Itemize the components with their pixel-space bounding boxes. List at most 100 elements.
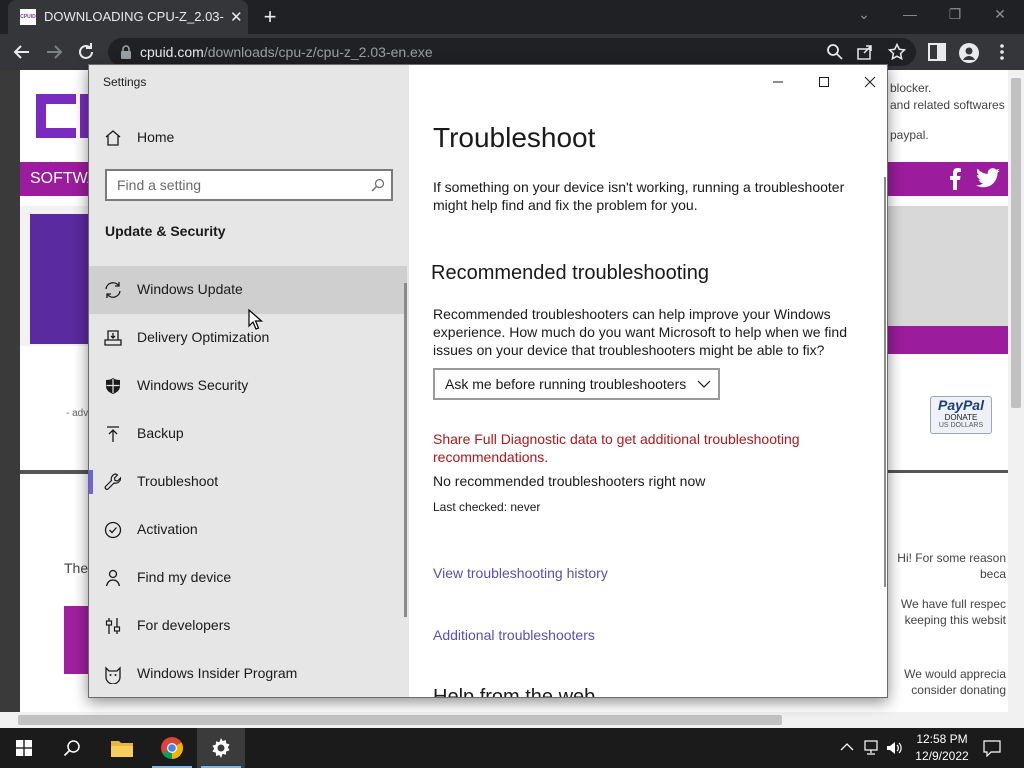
new-tab-button[interactable]: + bbox=[258, 4, 282, 30]
search-icon[interactable] bbox=[826, 43, 844, 61]
lock-icon bbox=[121, 45, 131, 59]
start-button[interactable] bbox=[0, 728, 48, 768]
chevron-down-icon bbox=[697, 380, 711, 388]
address-bar[interactable]: cpuid.com/downloads/cpu-z/cpu-z_2.03-en.… bbox=[108, 38, 916, 66]
no-recommended-text: No recommended troubleshooters right now bbox=[433, 473, 706, 489]
nav-find-my-device[interactable]: Find my device bbox=[89, 554, 407, 602]
nav-windows-insider-program-label: Windows Insider Program bbox=[137, 665, 298, 681]
nav-backup[interactable]: Backup bbox=[89, 410, 407, 458]
share-icon[interactable] bbox=[856, 43, 874, 61]
bookmark-star-icon[interactable] bbox=[888, 43, 906, 61]
file-explorer-button[interactable] bbox=[98, 728, 146, 768]
action-center-icon[interactable] bbox=[983, 740, 1001, 757]
last-checked-text: Last checked: never bbox=[433, 500, 541, 514]
browser-tab[interactable]: CPUID DOWNLOADING CPU-Z_2.03-EN ✕ bbox=[8, 0, 248, 34]
facebook-icon[interactable] bbox=[945, 168, 965, 190]
hero-image-right bbox=[888, 206, 1008, 326]
window-close-button[interactable] bbox=[855, 71, 885, 93]
search-magnifier-icon[interactable] bbox=[371, 178, 385, 192]
tab-search-button[interactable]: ⌄ bbox=[854, 6, 874, 23]
find-setting-search-box[interactable] bbox=[105, 169, 393, 201]
mouse-cursor-icon bbox=[248, 309, 263, 330]
settings-taskbar-button[interactable] bbox=[197, 728, 245, 768]
nav-for-developers-label: For developers bbox=[137, 617, 231, 633]
help-web-banner bbox=[433, 697, 849, 698]
find-setting-input[interactable] bbox=[117, 176, 357, 194]
folder-icon bbox=[111, 741, 133, 757]
chevron-up-icon[interactable] bbox=[840, 742, 854, 752]
url-domain: cpuid.com bbox=[140, 44, 204, 60]
troubleshoot-preference-dropdown[interactable]: Ask me before running troubleshooters bbox=[433, 368, 720, 400]
settings-window: Settings Home Update & Security Windows … bbox=[88, 64, 888, 698]
browser-close-button[interactable]: ✕ bbox=[990, 6, 1010, 23]
find-device-person-icon bbox=[105, 569, 121, 587]
window-maximize-button[interactable] bbox=[809, 71, 839, 93]
nav-windows-update[interactable]: Windows Update bbox=[89, 266, 407, 314]
vertical-scroll-thumb[interactable] bbox=[1011, 78, 1021, 408]
back-arrow-icon bbox=[13, 45, 29, 59]
paypal-donate-button[interactable]: PayPal DONATE US DOLLARS bbox=[930, 396, 992, 434]
more-menu-icon[interactable] bbox=[998, 43, 1006, 61]
ad-label: - adv bbox=[66, 408, 89, 419]
promo-text-line-3: paypal. bbox=[890, 128, 929, 142]
nav-for-developers[interactable]: For developers bbox=[89, 602, 407, 650]
windows-taskbar: 12:58 PM 12/9/2022 bbox=[0, 728, 1024, 768]
cpuid-logo bbox=[36, 94, 90, 138]
profile-avatar-icon[interactable] bbox=[959, 43, 979, 63]
settings-app-title: Settings bbox=[103, 75, 147, 89]
additional-troubleshooters-link[interactable]: Additional troubleshooters bbox=[433, 627, 595, 643]
content-scrollbar[interactable] bbox=[884, 177, 886, 587]
donation-text-1b: beca bbox=[979, 567, 1006, 581]
clock-time[interactable]: 12:58 PM bbox=[914, 732, 970, 746]
paypal-logo-text: PayPal bbox=[938, 397, 984, 413]
settings-sidebar: Settings Home Update & Security Windows … bbox=[89, 65, 409, 697]
page-vertical-scrollbar[interactable] bbox=[1008, 70, 1024, 712]
promo-text-line-1: blocker. bbox=[890, 81, 932, 95]
developer-tools-icon bbox=[105, 618, 121, 634]
backup-upload-icon bbox=[107, 426, 119, 442]
windows-logo-icon bbox=[16, 740, 32, 756]
nav-troubleshoot-label: Troubleshoot bbox=[137, 473, 219, 489]
side-panel-icon[interactable] bbox=[928, 43, 946, 61]
nav-activation-label: Activation bbox=[137, 521, 198, 537]
divider-right bbox=[888, 470, 1008, 473]
nav-backup-label: Backup bbox=[137, 425, 184, 441]
recommended-description: Recommended troubleshooters can help imp… bbox=[433, 306, 847, 358]
taskbar-search-button[interactable] bbox=[48, 728, 96, 768]
browser-restore-button[interactable]: ❐ bbox=[945, 6, 965, 23]
volume-icon[interactable] bbox=[886, 740, 904, 756]
diagnostic-data-link[interactable]: Share Full Diagnostic data to get additi… bbox=[433, 430, 853, 466]
home-icon bbox=[105, 130, 121, 146]
clock-date[interactable]: 12/9/2022 bbox=[912, 749, 972, 763]
twitter-icon[interactable] bbox=[976, 168, 1000, 188]
activation-check-icon bbox=[104, 521, 122, 539]
view-history-link[interactable]: View troubleshooting history bbox=[433, 565, 608, 581]
promo-text-line-2: and related softwares bbox=[890, 98, 1005, 112]
url-text: cpuid.com/downloads/cpu-z/cpu-z_2.03-en.… bbox=[140, 44, 433, 60]
dropdown-selected-value: Ask me before running troubleshooters bbox=[445, 376, 687, 392]
chrome-taskbar-button[interactable] bbox=[148, 728, 196, 768]
sidebar-scrollbar[interactable] bbox=[404, 283, 407, 617]
browser-minimize-button[interactable]: — bbox=[900, 6, 920, 22]
reload-button[interactable] bbox=[74, 40, 98, 64]
window-minimize-button[interactable] bbox=[763, 71, 793, 93]
nav-windows-security[interactable]: Windows Security bbox=[89, 362, 407, 410]
taskbar-search-icon bbox=[63, 740, 80, 757]
nav-troubleshoot[interactable]: Troubleshoot bbox=[89, 458, 407, 506]
page-horizontal-scrollbar[interactable] bbox=[0, 712, 1024, 728]
recommended-heading: Recommended troubleshooting bbox=[431, 262, 709, 284]
nav-delivery-optimization-label: Delivery Optimization bbox=[137, 329, 270, 345]
donation-text-2b: keeping this websit bbox=[904, 613, 1006, 627]
back-button[interactable] bbox=[10, 40, 34, 64]
tab-close-button[interactable]: ✕ bbox=[230, 8, 243, 26]
nav-home[interactable]: Home bbox=[89, 114, 407, 162]
intro-text: If something on your device isn't workin… bbox=[433, 179, 845, 213]
browser-tab-strip: CPUID DOWNLOADING CPU-Z_2.03-EN ✕ + ⌄ — … bbox=[0, 0, 1024, 34]
reload-icon bbox=[79, 43, 93, 59]
forward-button[interactable] bbox=[42, 40, 66, 64]
nav-activation[interactable]: Activation bbox=[89, 506, 407, 554]
nav-home-label: Home bbox=[137, 129, 175, 145]
horizontal-scroll-thumb[interactable] bbox=[18, 715, 782, 725]
network-icon[interactable] bbox=[863, 740, 881, 756]
nav-windows-insider-program[interactable]: Windows Insider Program bbox=[89, 650, 407, 697]
